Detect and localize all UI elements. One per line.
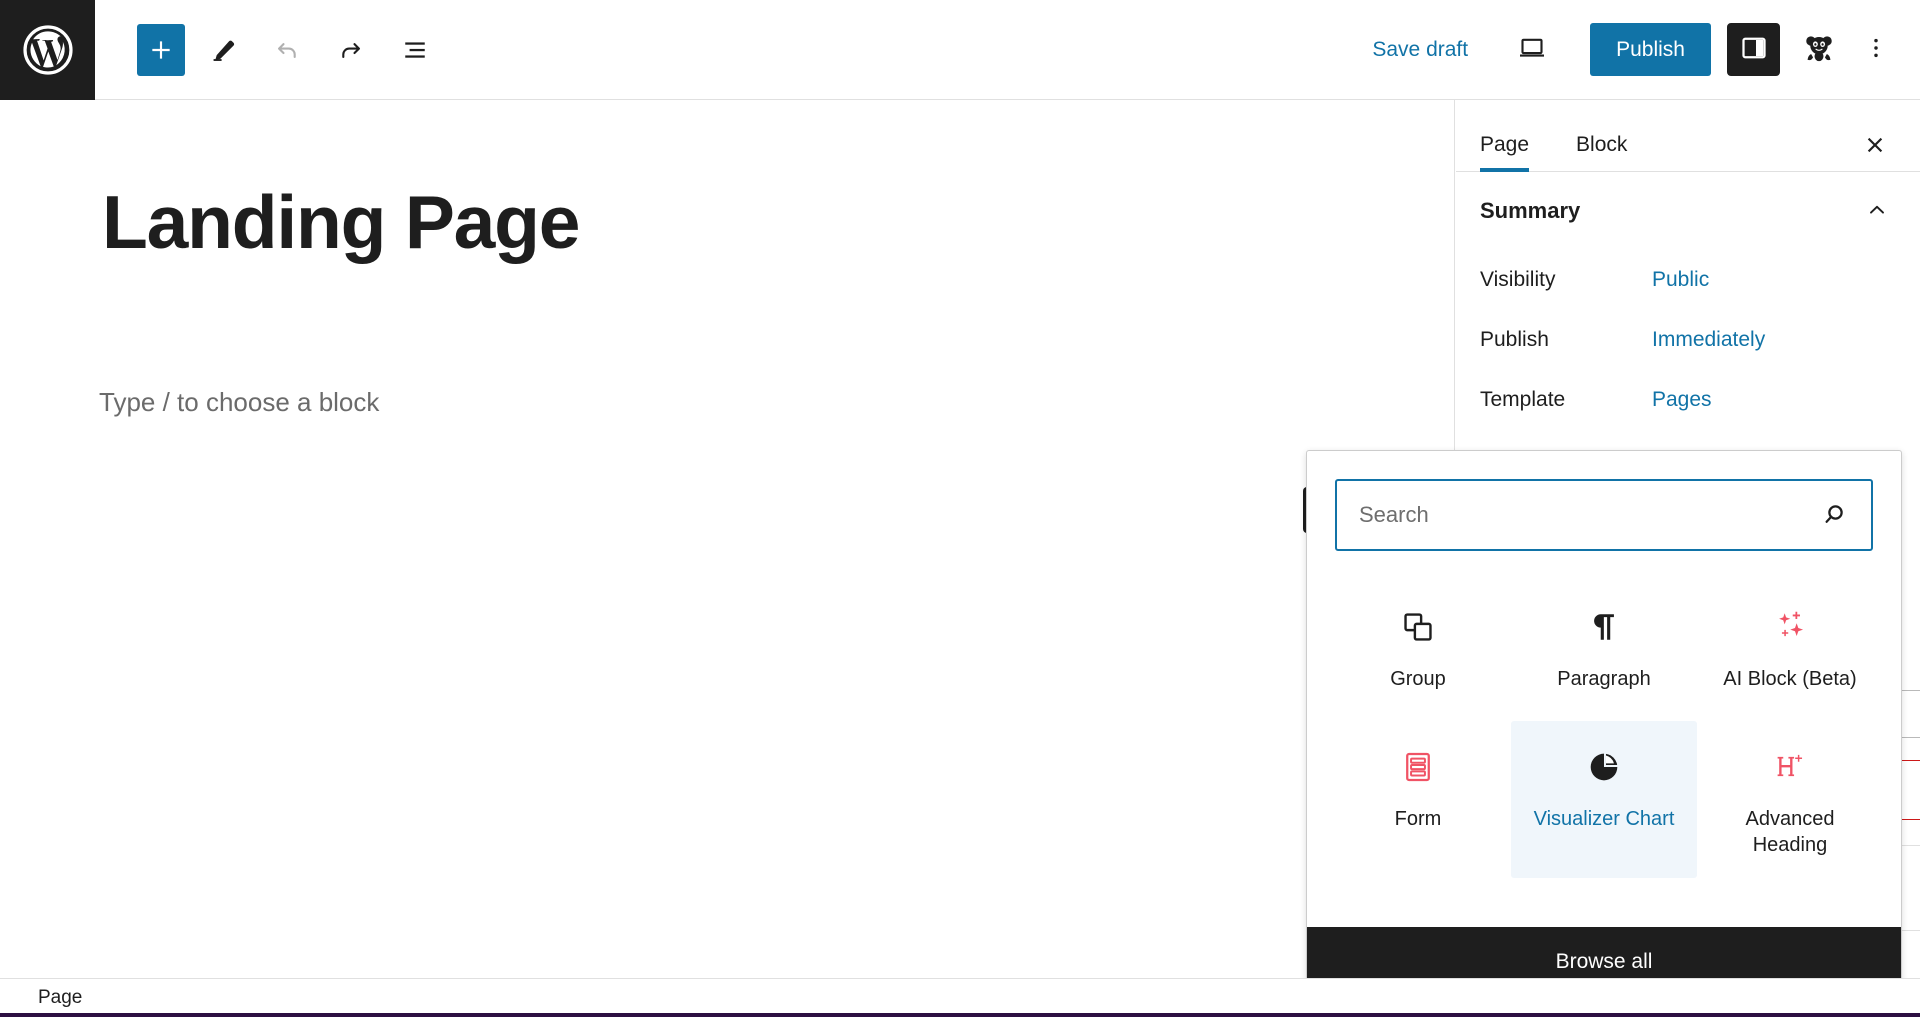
block-item-label: Group <box>1390 667 1446 693</box>
plus-icon <box>148 37 174 63</box>
three-dots-vertical-icon <box>1865 35 1887 64</box>
desktop-preview-icon <box>1517 33 1547 66</box>
block-item-label: AI Block (Beta) <box>1723 667 1856 693</box>
block-item-label: Advanced Heading <box>1715 807 1865 858</box>
more-options-button[interactable] <box>1854 24 1898 76</box>
summary-row-publish: Publish Immediately <box>1456 310 1920 370</box>
form-rows-icon <box>1401 743 1435 791</box>
summary-collapse-button[interactable] <box>1860 194 1894 228</box>
block-type-grid: Group Paragraph <box>1307 569 1901 927</box>
tab-block[interactable]: Block <box>1576 133 1627 171</box>
summary-panel-header[interactable]: Summary <box>1456 172 1920 250</box>
template-label: Template <box>1480 388 1652 412</box>
save-draft-button[interactable]: Save draft <box>1354 28 1486 72</box>
wordpress-block-editor: Save draft Publish <box>0 0 1920 1017</box>
breadcrumb[interactable]: Page <box>38 987 82 1009</box>
browser-bottom-edge <box>0 1013 1920 1017</box>
empty-block-placeholder[interactable]: Type / to choose a block <box>99 387 379 418</box>
summary-row-visibility: Visibility Public <box>1456 250 1920 310</box>
sparkles-icon <box>1771 603 1809 651</box>
block-item-visualizer-chart[interactable]: Visualizer Chart <box>1511 721 1697 878</box>
settings-tablist: Page Block <box>1456 100 1920 172</box>
redo-button[interactable] <box>325 24 377 76</box>
plugin-panda-button[interactable] <box>1792 24 1846 76</box>
editor-toolbar: Save draft Publish <box>0 0 1920 100</box>
block-item-form[interactable]: Form <box>1325 721 1511 878</box>
block-item-label: Paragraph <box>1557 667 1650 693</box>
toolbar-left-group <box>137 24 441 76</box>
add-block-button[interactable] <box>137 24 185 76</box>
editor-canvas: Landing Page Type / to choose a block <box>0 100 1455 978</box>
block-item-group[interactable]: Group <box>1325 581 1511 721</box>
close-x-icon <box>1862 132 1888 161</box>
publish-date-value-button[interactable]: Immediately <box>1652 328 1765 352</box>
editor-statusbar: Page <box>0 978 1920 1017</box>
block-item-paragraph[interactable]: Paragraph <box>1511 581 1697 721</box>
list-view-button[interactable] <box>389 24 441 76</box>
undo-button[interactable] <box>261 24 313 76</box>
redo-arrow-icon <box>337 36 365 64</box>
chevron-up-icon <box>1865 198 1889 225</box>
block-item-label: Visualizer Chart <box>1534 807 1675 833</box>
publish-button[interactable]: Publish <box>1590 23 1711 76</box>
undo-arrow-icon <box>273 36 301 64</box>
inserter-search-area <box>1307 451 1901 569</box>
template-value-button[interactable]: Pages <box>1652 388 1712 412</box>
pilcrow-icon <box>1587 603 1621 651</box>
visibility-label: Visibility <box>1480 268 1652 292</box>
search-input[interactable] <box>1337 502 1819 528</box>
close-sidebar-button[interactable] <box>1856 127 1894 165</box>
summary-title: Summary <box>1480 198 1580 224</box>
edit-tool-button[interactable] <box>197 24 249 76</box>
summary-row-template: Template Pages <box>1456 370 1920 430</box>
wordpress-logo-icon <box>22 24 74 76</box>
pie-chart-icon <box>1587 743 1621 791</box>
wordpress-logo-button[interactable] <box>0 0 95 100</box>
heading-plus-icon <box>1772 743 1808 791</box>
pencil-icon <box>210 37 236 63</box>
visibility-value-button[interactable]: Public <box>1652 268 1709 292</box>
group-blocks-icon <box>1401 603 1435 651</box>
magnifying-glass-icon <box>1819 500 1871 530</box>
block-item-label: Form <box>1395 807 1442 833</box>
sidebar-panel-icon <box>1739 33 1769 66</box>
search-field-wrapper[interactable] <box>1335 479 1873 551</box>
preview-button[interactable] <box>1504 24 1560 76</box>
block-item-advanced-heading[interactable]: Advanced Heading <box>1697 721 1883 878</box>
tab-page[interactable]: Page <box>1480 133 1529 171</box>
publish-date-label: Publish <box>1480 328 1652 352</box>
toolbar-right-group: Save draft Publish <box>1354 23 1920 76</box>
page-title[interactable]: Landing Page <box>102 185 579 260</box>
block-item-ai-block[interactable]: AI Block (Beta) <box>1697 581 1883 721</box>
block-inserter-popover: Group Paragraph <box>1306 450 1902 998</box>
panda-plugin-icon <box>1802 31 1836 68</box>
document-outline-icon <box>402 37 428 63</box>
settings-sidebar-toggle-button[interactable] <box>1727 23 1780 76</box>
